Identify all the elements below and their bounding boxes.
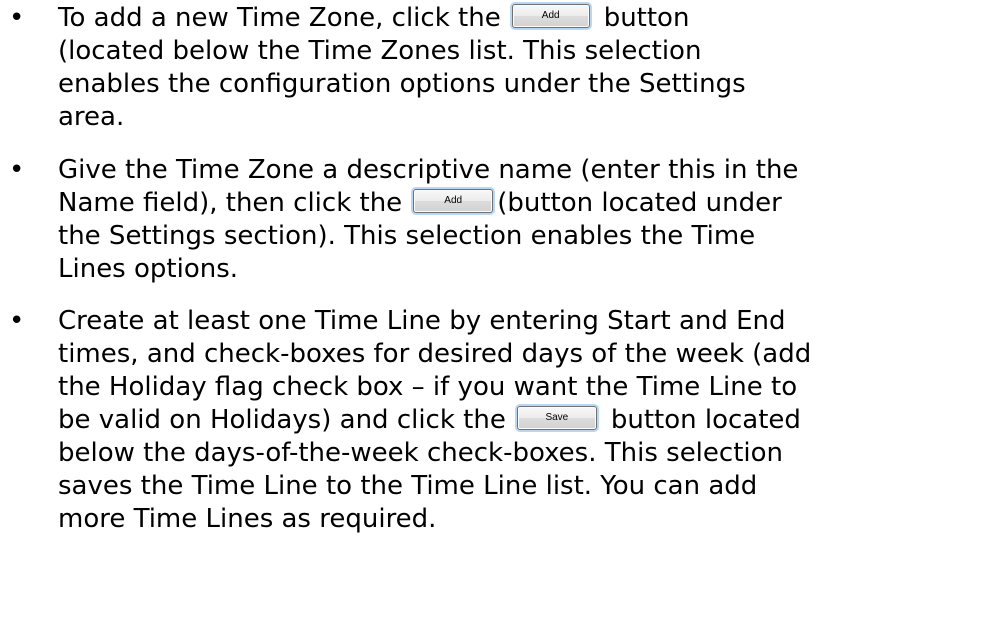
text-run: button — [603, 3, 690, 33]
text-run: (button located under — [497, 188, 782, 218]
text-line: area. — [58, 102, 125, 132]
text-line: Name field), then click the Add (button lo… — [58, 187, 782, 220]
text-line: the Settings section). This selection en… — [58, 221, 756, 251]
bullet-icon: • — [9, 3, 25, 33]
bullet-icon: • — [9, 155, 25, 185]
text-line: Give the Time Zone a descriptive name (e… — [58, 155, 799, 185]
text-line: saves the Time Line to the Time Line lis… — [58, 471, 758, 501]
text-line: enables the configuration options under … — [58, 69, 746, 99]
text-line: (located below the Time Zones list. This… — [58, 36, 702, 66]
text-run: To add a new Time Zone, click the — [58, 3, 501, 33]
text-line: be valid on Holidays) and click the Save b… — [58, 404, 801, 437]
bullet-icon: • — [9, 306, 25, 336]
text-line: more Time Lines as required. — [58, 504, 437, 534]
text-line: To add a new Time Zone, click the Add butt… — [58, 2, 689, 35]
text-line: below the days-of-the-week check-boxes. … — [58, 438, 784, 468]
text-line: Lines options. — [58, 254, 239, 284]
text-run: Name field), then click the — [58, 188, 403, 218]
text-run: button located — [610, 405, 801, 435]
text-run: be valid on Holidays) and click the — [58, 405, 506, 435]
add-button[interactable]: Add — [413, 189, 494, 213]
save-button[interactable]: Save — [516, 406, 597, 430]
text-line: the Holiday flag check box – if you want… — [58, 372, 798, 402]
add-button[interactable]: Add — [511, 4, 590, 28]
text-line: times, and check-boxes for desired days … — [58, 339, 812, 369]
text-line: Create at least one Time Line by enterin… — [58, 306, 786, 336]
